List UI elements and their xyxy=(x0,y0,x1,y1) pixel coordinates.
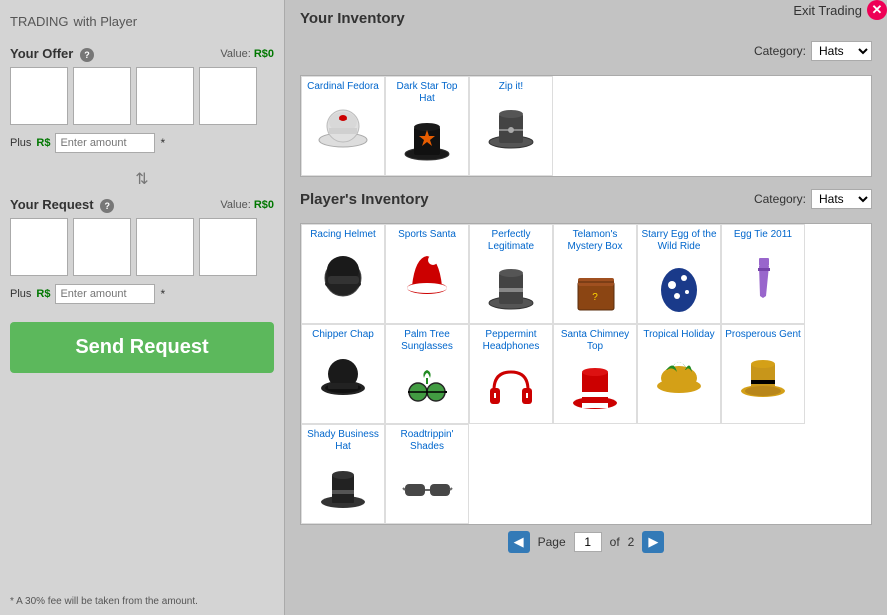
send-request-button[interactable]: Send Request xyxy=(10,322,274,373)
exit-trading-area: Exit Trading ✕ xyxy=(793,0,887,20)
player-inv-item-chipper-chap[interactable]: Chipper Chap xyxy=(301,324,385,424)
request-rs-icon: R$ xyxy=(36,288,50,300)
page-number-input[interactable] xyxy=(574,532,602,552)
offer-asterisk: * xyxy=(160,136,165,150)
request-plus-row: Plus R$ * xyxy=(10,284,274,304)
player-inventory-title: Player's Inventory xyxy=(300,191,429,208)
fee-note: * A 30% fee will be taken from the amoun… xyxy=(10,596,198,607)
your-inventory-header: Your Inventory xyxy=(300,10,872,35)
player-inv-item-tropical-holiday[interactable]: Tropical Holiday xyxy=(637,324,721,424)
player-inv-item-mystery-box[interactable]: Telamon's Mystery Box ? xyxy=(553,224,637,324)
left-panel: TRADING with Player Your Offer ? Value: … xyxy=(0,0,285,615)
your-request-value: Value: R$0 xyxy=(220,199,274,211)
your-inventory-category-row: Category: Hats Gear Faces xyxy=(754,41,872,61)
exit-trading-button[interactable]: ✕ xyxy=(867,0,887,20)
player-inventory-header: Player's Inventory Category: Hats Gear F… xyxy=(300,189,872,217)
subtitle-text: with Player xyxy=(74,14,138,29)
offer-slot-2[interactable] xyxy=(73,67,131,125)
player-inv-category-label: Category: xyxy=(754,192,806,206)
your-inv-item-dark-star-top-hat[interactable]: Dark Star Top Hat xyxy=(385,76,469,176)
prev-page-button[interactable]: ◀ xyxy=(508,531,530,553)
request-plus-label: Plus xyxy=(10,288,31,300)
your-inv-category-select[interactable]: Hats Gear Faces xyxy=(811,41,872,61)
player-inv-item-santa-chimney-top[interactable]: Santa Chimney Top xyxy=(553,324,637,424)
your-offer-value: Value: R$0 xyxy=(220,48,274,60)
your-request-slots xyxy=(10,218,274,276)
pagination: ◀ Page of 2 ▶ xyxy=(300,531,872,553)
player-inv-item-sports-santa[interactable]: Sports Santa xyxy=(385,224,469,324)
request-slot-3[interactable] xyxy=(136,218,194,276)
offer-amount-input[interactable] xyxy=(55,133,155,153)
player-inv-category-select[interactable]: Hats Gear Faces xyxy=(811,189,872,209)
offer-rs-icon: R$ xyxy=(36,137,50,149)
offer-slot-4[interactable] xyxy=(199,67,257,125)
your-request-label: Your Request xyxy=(10,197,94,212)
offer-slot-1[interactable] xyxy=(10,67,68,125)
player-inv-item-palm-tree-sunglasses[interactable]: Palm Tree Sunglasses xyxy=(385,324,469,424)
page-of: of xyxy=(610,535,620,549)
your-inv-item-zip-it[interactable]: Zip it! xyxy=(469,76,553,176)
swap-divider: ⇅ xyxy=(10,169,274,189)
your-inv-item-cardinal-fedora[interactable]: Cardinal Fedora xyxy=(301,76,385,176)
request-slot-1[interactable] xyxy=(10,218,68,276)
svg-text:?: ? xyxy=(592,292,598,303)
exit-trading-label: Exit Trading xyxy=(793,3,862,18)
request-amount-input[interactable] xyxy=(55,284,155,304)
your-offer-slots xyxy=(10,67,274,125)
your-inventory-title: Your Inventory xyxy=(300,10,405,27)
player-inv-item-shady-business-hat[interactable]: Shady Business Hat xyxy=(301,424,385,524)
your-offer-help-icon[interactable]: ? xyxy=(80,48,94,62)
next-page-button[interactable]: ▶ xyxy=(642,531,664,553)
player-inv-item-peppermint-headphones[interactable]: Peppermint Headphones xyxy=(469,324,553,424)
your-offer-label: Your Offer xyxy=(10,46,73,61)
your-inv-category-label: Category: xyxy=(754,44,806,58)
your-request-help-icon[interactable]: ? xyxy=(100,199,114,213)
your-offer-section: Your Offer ? Value: R$0 xyxy=(10,46,274,62)
right-panel: Exit Trading ✕ Your Inventory Category: … xyxy=(285,0,887,615)
your-inventory-grid: Cardinal Fedora Dark Star Top Hat xyxy=(300,75,872,177)
request-slot-4[interactable] xyxy=(199,218,257,276)
offer-slot-3[interactable] xyxy=(136,67,194,125)
player-inv-item-racing-helmet[interactable]: Racing Helmet xyxy=(301,224,385,324)
player-inv-item-egg-tie-2011[interactable]: Egg Tie 2011 xyxy=(721,224,805,324)
offer-plus-row: Plus R$ * xyxy=(10,133,274,153)
request-slot-2[interactable] xyxy=(73,218,131,276)
page-label: Page xyxy=(538,535,566,549)
player-inv-item-roadtrippin-shades[interactable]: Roadtrippin' Shades xyxy=(385,424,469,524)
your-request-section: Your Request ? Value: R$0 xyxy=(10,197,274,213)
player-inv-item-prosperous-gent[interactable]: Prosperous Gent xyxy=(721,324,805,424)
player-inv-category-row: Category: Hats Gear Faces xyxy=(754,189,872,209)
player-inv-item-perfectly-legitimate[interactable]: Perfectly Legitimate xyxy=(469,224,553,324)
page-total: 2 xyxy=(628,535,635,549)
player-inv-item-starry-egg[interactable]: Starry Egg of the Wild Ride xyxy=(637,224,721,324)
request-asterisk: * xyxy=(160,287,165,301)
trading-title: TRADING with Player xyxy=(10,10,274,36)
offer-plus-label: Plus xyxy=(10,137,31,149)
player-inventory-grid: Racing Helmet Sports Santa xyxy=(300,223,872,525)
title-text: TRADING xyxy=(10,14,69,29)
